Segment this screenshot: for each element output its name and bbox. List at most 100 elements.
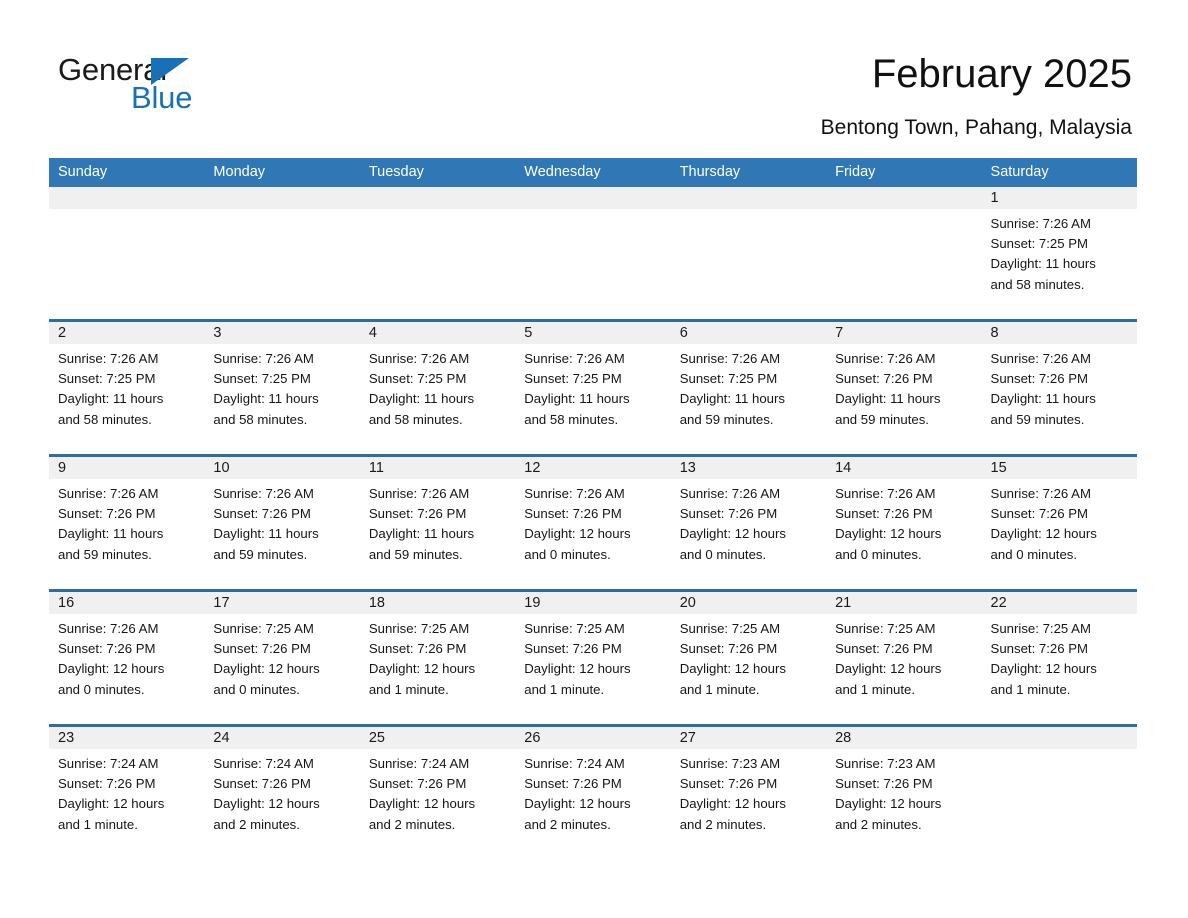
day-details: Sunrise: 7:24 AM Sunset: 7:26 PM Daylight:…: [360, 749, 515, 835]
calendar-grid: Sunday Monday Tuesday Wednesday Thursday Frid…: [49, 158, 1137, 859]
sunrise-text: Sunrise: 7:24 AM: [368, 756, 470, 771]
day-cell[interactable]: 1 Sunrise: 7:26 AM Sunset: 7:25 PM Daylight…: [981, 187, 1137, 319]
sunrise-text: Sunrise: 7:25 AM: [679, 621, 781, 636]
sunset-text: Sunset: 7:26 PM: [58, 641, 156, 657]
day-cell[interactable]: 11 Sunrise: 7:26 AM Sunset: 7:26 PM Dayligh…: [359, 457, 516, 589]
day-cell[interactable]: 16 Sunrise: 7:26 AM Sunset: 7:26 PM Dayligh…: [49, 592, 205, 724]
day-number: 5: [524, 325, 533, 341]
day-cell[interactable]: 19 Sunrise: 7:25 AM Sunset: 7:26 PM Dayligh…: [515, 592, 671, 724]
day-number-band: 21: [826, 592, 982, 614]
day-cell[interactable]: 17 Sunrise: 7:25 AM Sunset: 7:26 PM Dayligh…: [204, 592, 360, 724]
day-details: [982, 749, 1137, 754]
day-cell[interactable]: 14 Sunrise: 7:26 AM Sunset: 7:26 PM Dayligh…: [826, 457, 982, 589]
sunset-text: Sunset: 7:26 PM: [835, 641, 933, 657]
day-number-band: 10: [204, 457, 360, 479]
sunrise-text: Sunrise: 7:25 AM: [368, 621, 470, 636]
day-cell[interactable]: 10 Sunrise: 7:26 AM Sunset: 7:26 PM Dayligh…: [204, 457, 360, 589]
week-cells: 16 Sunrise: 7:26 AM Sunset: 7:26 PM Dayligh…: [49, 592, 1137, 724]
day-number: 25: [368, 730, 385, 746]
day-number-band: 14: [826, 457, 982, 479]
day-number: 13: [679, 460, 696, 476]
day-number: 4: [368, 325, 377, 341]
day-cell[interactable]: 27 Sunrise: 7:23 AM Sunset: 7:26 PM Dayligh…: [670, 727, 827, 859]
day-cell[interactable]: 12 Sunrise: 7:26 AM Sunset: 7:26 PM Dayligh…: [515, 457, 671, 589]
daylight-text: Daylight: 12 hours: [368, 796, 476, 812]
daylight-text-cont: and 1 minute.: [835, 681, 916, 697]
day-number-band: 15: [981, 457, 1137, 479]
day-cell[interactable]: 23 Sunrise: 7:24 AM Sunset: 7:26 PM Dayligh…: [49, 727, 205, 859]
weekday-header-saturday: Saturday: [990, 164, 1049, 180]
sunset-text: Sunset: 7:26 PM: [58, 506, 156, 522]
day-number: 22: [990, 595, 1007, 611]
day-cell[interactable]: 25 Sunrise: 7:24 AM Sunset: 7:26 PM Dayligh…: [359, 727, 516, 859]
daylight-text-cont: and 1 minute.: [524, 681, 605, 697]
day-number-band: 25: [359, 727, 516, 749]
day-number-band: 5: [515, 322, 671, 344]
day-cell[interactable]: 15 Sunrise: 7:26 AM Sunset: 7:26 PM Dayligh…: [981, 457, 1137, 589]
daylight-text: Daylight: 12 hours: [58, 661, 165, 677]
daylight-text: Daylight: 12 hours: [835, 526, 942, 542]
day-cell-empty: [204, 187, 360, 319]
daylight-text: Daylight: 12 hours: [58, 796, 165, 812]
day-details: Sunrise: 7:25 AM Sunset: 7:26 PM Daylight:…: [360, 614, 515, 700]
day-cell[interactable]: 3 Sunrise: 7:26 AM Sunset: 7:25 PM Daylight…: [204, 322, 360, 454]
day-cell[interactable]: 5 Sunrise: 7:26 AM Sunset: 7:25 PM Daylight…: [515, 322, 671, 454]
day-number-band: [49, 187, 205, 209]
day-details: [826, 209, 981, 214]
day-cell[interactable]: 6 Sunrise: 7:26 AM Sunset: 7:25 PM Daylight…: [670, 322, 827, 454]
day-number: 10: [213, 460, 230, 476]
daylight-text: Daylight: 12 hours: [679, 796, 786, 812]
sunrise-text: Sunrise: 7:23 AM: [835, 756, 936, 771]
day-details: Sunrise: 7:25 AM Sunset: 7:26 PM Daylight:…: [826, 614, 981, 700]
daylight-text-cont: and 2 minutes.: [213, 816, 300, 832]
sunrise-text: Sunrise: 7:24 AM: [58, 756, 159, 771]
week-cells: 2 Sunrise: 7:26 AM Sunset: 7:25 PM Daylight…: [49, 322, 1137, 454]
day-details: Sunrise: 7:26 AM Sunset: 7:26 PM Daylight:…: [49, 479, 204, 565]
daylight-text-cont: and 0 minutes.: [835, 546, 922, 562]
sunset-text: Sunset: 7:26 PM: [368, 506, 467, 522]
day-cell[interactable]: 20 Sunrise: 7:25 AM Sunset: 7:26 PM Dayligh…: [670, 592, 827, 724]
day-cell[interactable]: 26 Sunrise: 7:24 AM Sunset: 7:26 PM Dayligh…: [515, 727, 671, 859]
day-number: 11: [368, 460, 384, 476]
day-cell[interactable]: 22 Sunrise: 7:25 AM Sunset: 7:26 PM Dayligh…: [981, 592, 1137, 724]
day-cell[interactable]: 21 Sunrise: 7:25 AM Sunset: 7:26 PM Dayligh…: [826, 592, 982, 724]
day-details: Sunrise: 7:26 AM Sunset: 7:26 PM Daylight:…: [671, 479, 826, 565]
daylight-text: Daylight: 12 hours: [679, 661, 786, 677]
day-number-band: 3: [204, 322, 360, 344]
daylight-text-cont: and 58 minutes.: [58, 411, 152, 427]
sunrise-text: Sunrise: 7:26 AM: [524, 351, 625, 366]
sunrise-text: Sunrise: 7:26 AM: [213, 486, 314, 501]
day-number: 20: [679, 595, 696, 611]
day-cell[interactable]: 24 Sunrise: 7:24 AM Sunset: 7:26 PM Dayligh…: [204, 727, 360, 859]
day-cell[interactable]: 13 Sunrise: 7:26 AM Sunset: 7:26 PM Dayligh…: [670, 457, 827, 589]
day-cell[interactable]: 2 Sunrise: 7:26 AM Sunset: 7:25 PM Daylight…: [49, 322, 205, 454]
sunset-text: Sunset: 7:26 PM: [835, 506, 933, 522]
sunset-text: Sunset: 7:26 PM: [213, 776, 311, 792]
day-number: 7: [835, 325, 844, 341]
calendar-week-row: 1 Sunrise: 7:26 AM Sunset: 7:25 PM Daylight…: [49, 187, 1137, 319]
generalblue-logo[interactable]: General Blue: [58, 52, 318, 122]
sunset-text: Sunset: 7:25 PM: [213, 371, 311, 387]
daylight-text: Daylight: 11 hours: [990, 256, 1096, 272]
day-number: 21: [835, 595, 852, 611]
day-cell[interactable]: 8 Sunrise: 7:26 AM Sunset: 7:26 PM Daylight…: [981, 322, 1137, 454]
day-cell-empty: [826, 187, 982, 319]
sunset-text: Sunset: 7:26 PM: [990, 641, 1089, 657]
day-cell[interactable]: 18 Sunrise: 7:25 AM Sunset: 7:26 PM Dayligh…: [359, 592, 516, 724]
daylight-text: Daylight: 11 hours: [213, 526, 319, 542]
day-details: Sunrise: 7:26 AM Sunset: 7:25 PM Daylight:…: [982, 209, 1137, 295]
day-number-band: 11: [359, 457, 516, 479]
sunrise-text: Sunrise: 7:24 AM: [213, 756, 314, 771]
day-cell[interactable]: 7 Sunrise: 7:26 AM Sunset: 7:26 PM Daylight…: [826, 322, 982, 454]
day-details: Sunrise: 7:26 AM Sunset: 7:25 PM Daylight:…: [49, 344, 204, 430]
sunrise-text: Sunrise: 7:23 AM: [679, 756, 781, 771]
weekday-header-sunday: Sunday: [58, 164, 108, 180]
day-number: 9: [58, 460, 67, 476]
day-cell[interactable]: 28 Sunrise: 7:23 AM Sunset: 7:26 PM Dayligh…: [826, 727, 982, 859]
day-details: Sunrise: 7:26 AM Sunset: 7:26 PM Daylight:…: [982, 344, 1137, 430]
daylight-text-cont: and 2 minutes.: [368, 816, 456, 832]
day-details: Sunrise: 7:26 AM Sunset: 7:26 PM Daylight:…: [515, 479, 670, 565]
day-details: [360, 209, 515, 214]
day-cell[interactable]: 4 Sunrise: 7:26 AM Sunset: 7:25 PM Daylight…: [359, 322, 516, 454]
day-cell[interactable]: 9 Sunrise: 7:26 AM Sunset: 7:26 PM Daylight…: [49, 457, 205, 589]
